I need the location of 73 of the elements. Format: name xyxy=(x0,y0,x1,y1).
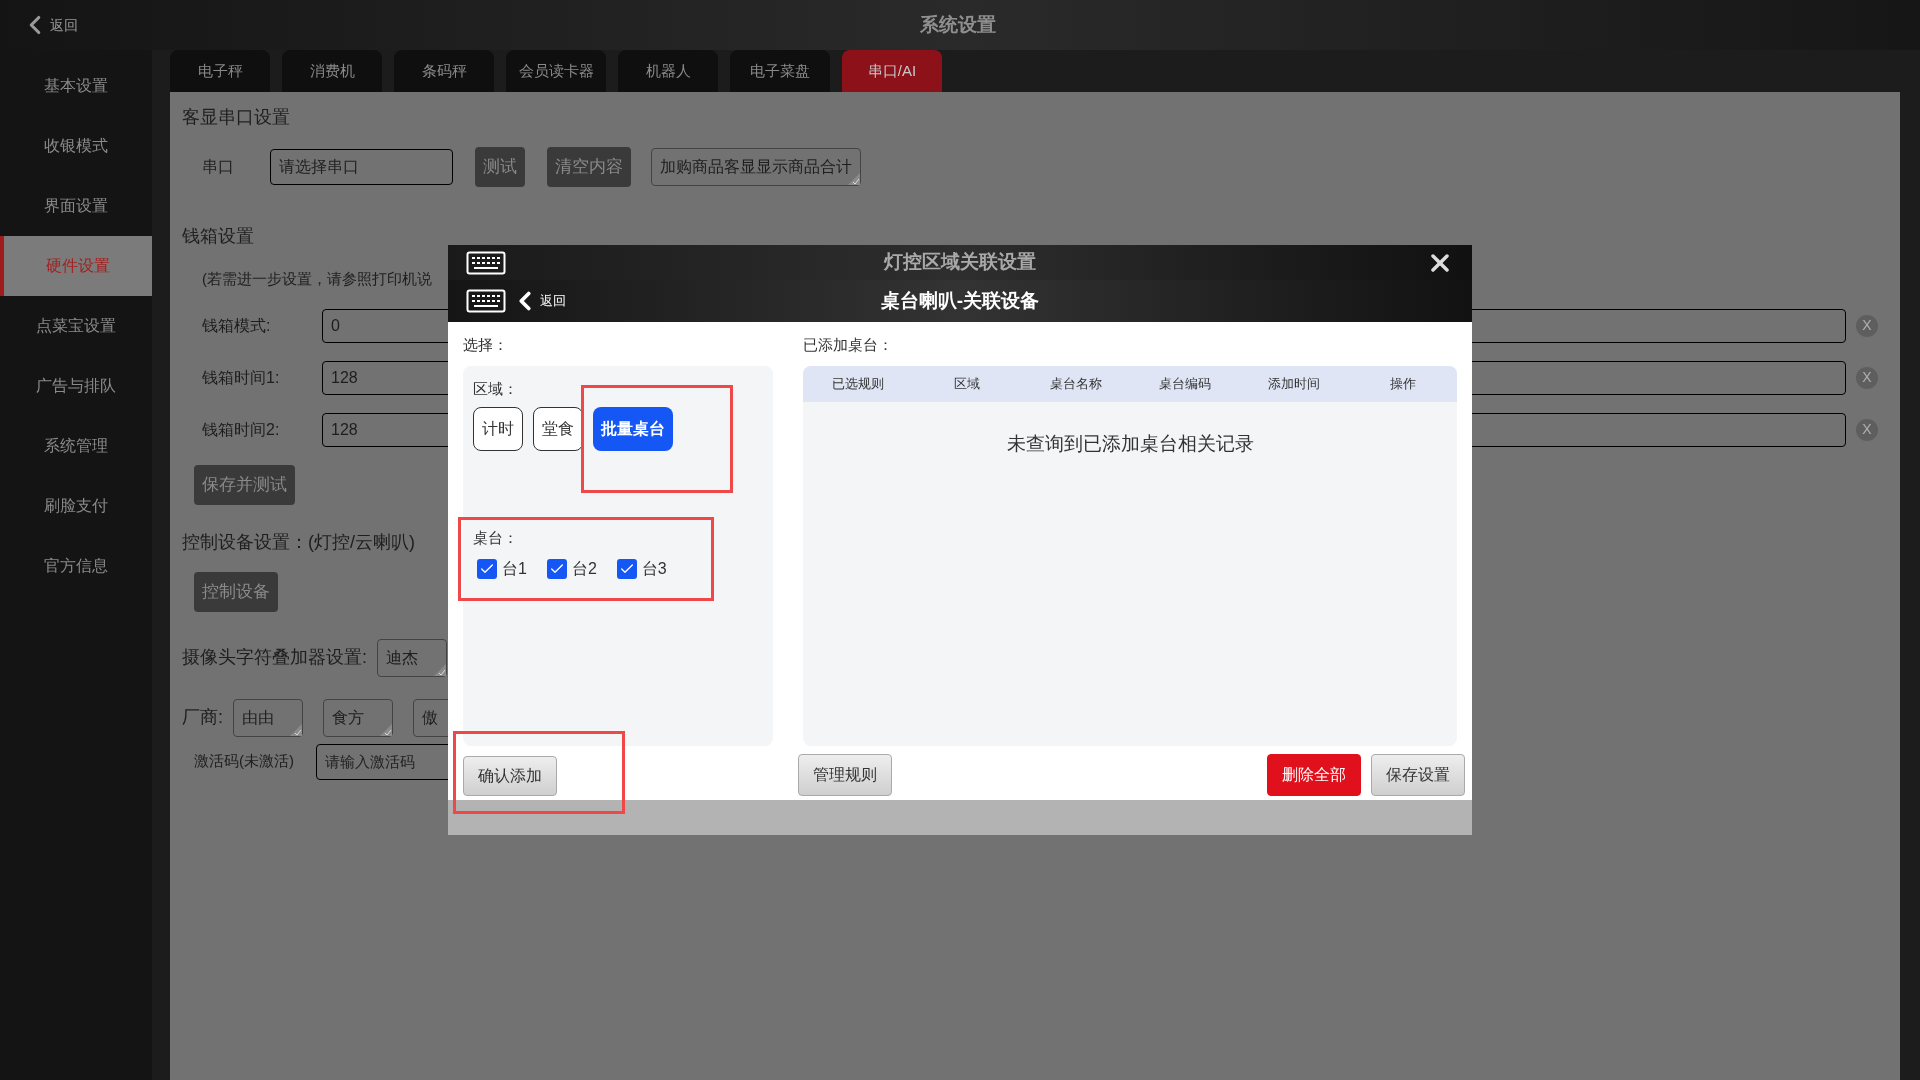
column-header: 桌台名称 xyxy=(1048,375,1103,394)
section-title: 控制设备设置：(灯控/云喇叭) xyxy=(182,530,415,554)
note-text: (若需进一步设置，请参照打印机说 xyxy=(202,269,432,289)
page-title: 系统设置 xyxy=(920,12,996,37)
clear-button[interactable]: X xyxy=(1856,366,1878,389)
corner-check-icon xyxy=(848,173,860,185)
option-dropdown[interactable]: 迪杰 xyxy=(377,638,447,677)
column-header: 已选规则 xyxy=(830,375,885,394)
dialog-title: 灯控区域关联设置 xyxy=(884,250,1036,275)
checkbox-label: 台2 xyxy=(571,559,597,579)
corner-check-icon xyxy=(290,723,302,736)
field-label: 钱箱时间1: xyxy=(202,367,281,388)
clear-button[interactable]: X xyxy=(1856,418,1878,441)
keyboard-icon[interactable] xyxy=(466,250,506,275)
sidebar-item[interactable]: 系统管理 xyxy=(0,416,152,476)
section-label: 已添加桌台： xyxy=(803,335,894,355)
empty-message: 未查询到已添加桌台相关记录 xyxy=(1005,432,1255,456)
sidebar-item[interactable]: 基本设置 xyxy=(0,56,152,116)
field-label: 串口 xyxy=(202,157,235,177)
dialog-subtitle: 桌台喇叭-关联设备 xyxy=(880,288,1040,313)
tab[interactable]: 机器人 xyxy=(618,50,718,92)
tab[interactable]: 电子菜盘 xyxy=(730,50,830,92)
checkbox[interactable] xyxy=(477,559,497,579)
action-button[interactable]: 保存并测试 xyxy=(194,464,295,505)
confirm-button[interactable]: 确认添加 xyxy=(463,756,557,796)
area-option[interactable]: 堂食 xyxy=(533,406,583,451)
field-label: 摄像头字符叠加器设置: xyxy=(182,646,367,669)
sidebar-item[interactable]: 官方信息 xyxy=(0,536,152,596)
field-label: 钱箱模式: xyxy=(202,315,272,336)
checkbox[interactable] xyxy=(616,559,637,579)
action-button[interactable]: 测试 xyxy=(475,147,525,187)
corner-check-icon xyxy=(434,663,446,676)
keyboard-icon[interactable] xyxy=(466,289,506,313)
port-field[interactable]: 请选择串口 xyxy=(270,149,453,185)
column-header: 桌台编码 xyxy=(1157,375,1212,394)
action-button[interactable]: 清空内容 xyxy=(547,147,631,187)
tab[interactable]: 会员读卡器 xyxy=(506,50,606,92)
tab[interactable]: 串口/AI xyxy=(842,50,942,92)
action-button[interactable]: 控制设备 xyxy=(194,571,278,612)
action-button[interactable]: 管理规则 xyxy=(798,754,892,796)
sidebar-item[interactable]: 界面设置 xyxy=(0,176,152,236)
action-button[interactable]: 保存设置 xyxy=(1371,754,1465,796)
checkbox-label: 台3 xyxy=(641,559,667,579)
sidebar-item[interactable]: 刷脸支付 xyxy=(0,476,152,536)
option-dropdown[interactable]: 加购商品客显显示商品合计 xyxy=(651,148,861,186)
sidebar-item[interactable]: 收银模式 xyxy=(0,116,152,176)
checkbox-label: 台1 xyxy=(502,559,527,579)
table-label: 桌台： xyxy=(473,527,519,548)
field-label: 钱箱时间2: xyxy=(202,419,281,440)
area-label: 区域： xyxy=(473,379,519,399)
corner-check-icon xyxy=(380,723,392,736)
sidebar-item[interactable]: 点菜宝设置 xyxy=(0,296,152,356)
back-button[interactable]: 返回 xyxy=(510,286,566,316)
back-button[interactable]: 返回 xyxy=(20,10,78,40)
action-button[interactable]: 删除全部 xyxy=(1267,754,1361,796)
clear-button[interactable]: X xyxy=(1856,314,1878,337)
tab[interactable]: 电子秤 xyxy=(170,50,270,92)
area-option[interactable]: 批量桌台 xyxy=(593,406,673,451)
column-header: 区域 xyxy=(952,375,981,394)
field-label: 激活码(未激活) xyxy=(194,751,295,772)
checkbox[interactable] xyxy=(546,559,567,579)
field-label: 厂商: xyxy=(182,706,223,729)
section-title: 钱箱设置 xyxy=(182,225,254,248)
tab[interactable]: 消费机 xyxy=(282,50,382,92)
area-option[interactable]: 计时 xyxy=(473,406,523,451)
option-dropdown[interactable]: 由由 xyxy=(233,698,303,737)
tab[interactable]: 条码秤 xyxy=(394,50,494,92)
section-label: 选择： xyxy=(463,335,509,355)
sidebar-item[interactable]: 广告与排队 xyxy=(0,356,152,416)
column-header: 添加时间 xyxy=(1266,375,1321,394)
option-dropdown[interactable]: 食方 xyxy=(323,698,393,737)
column-header: 操作 xyxy=(1388,375,1417,394)
section-title: 客显串口设置 xyxy=(182,106,290,129)
